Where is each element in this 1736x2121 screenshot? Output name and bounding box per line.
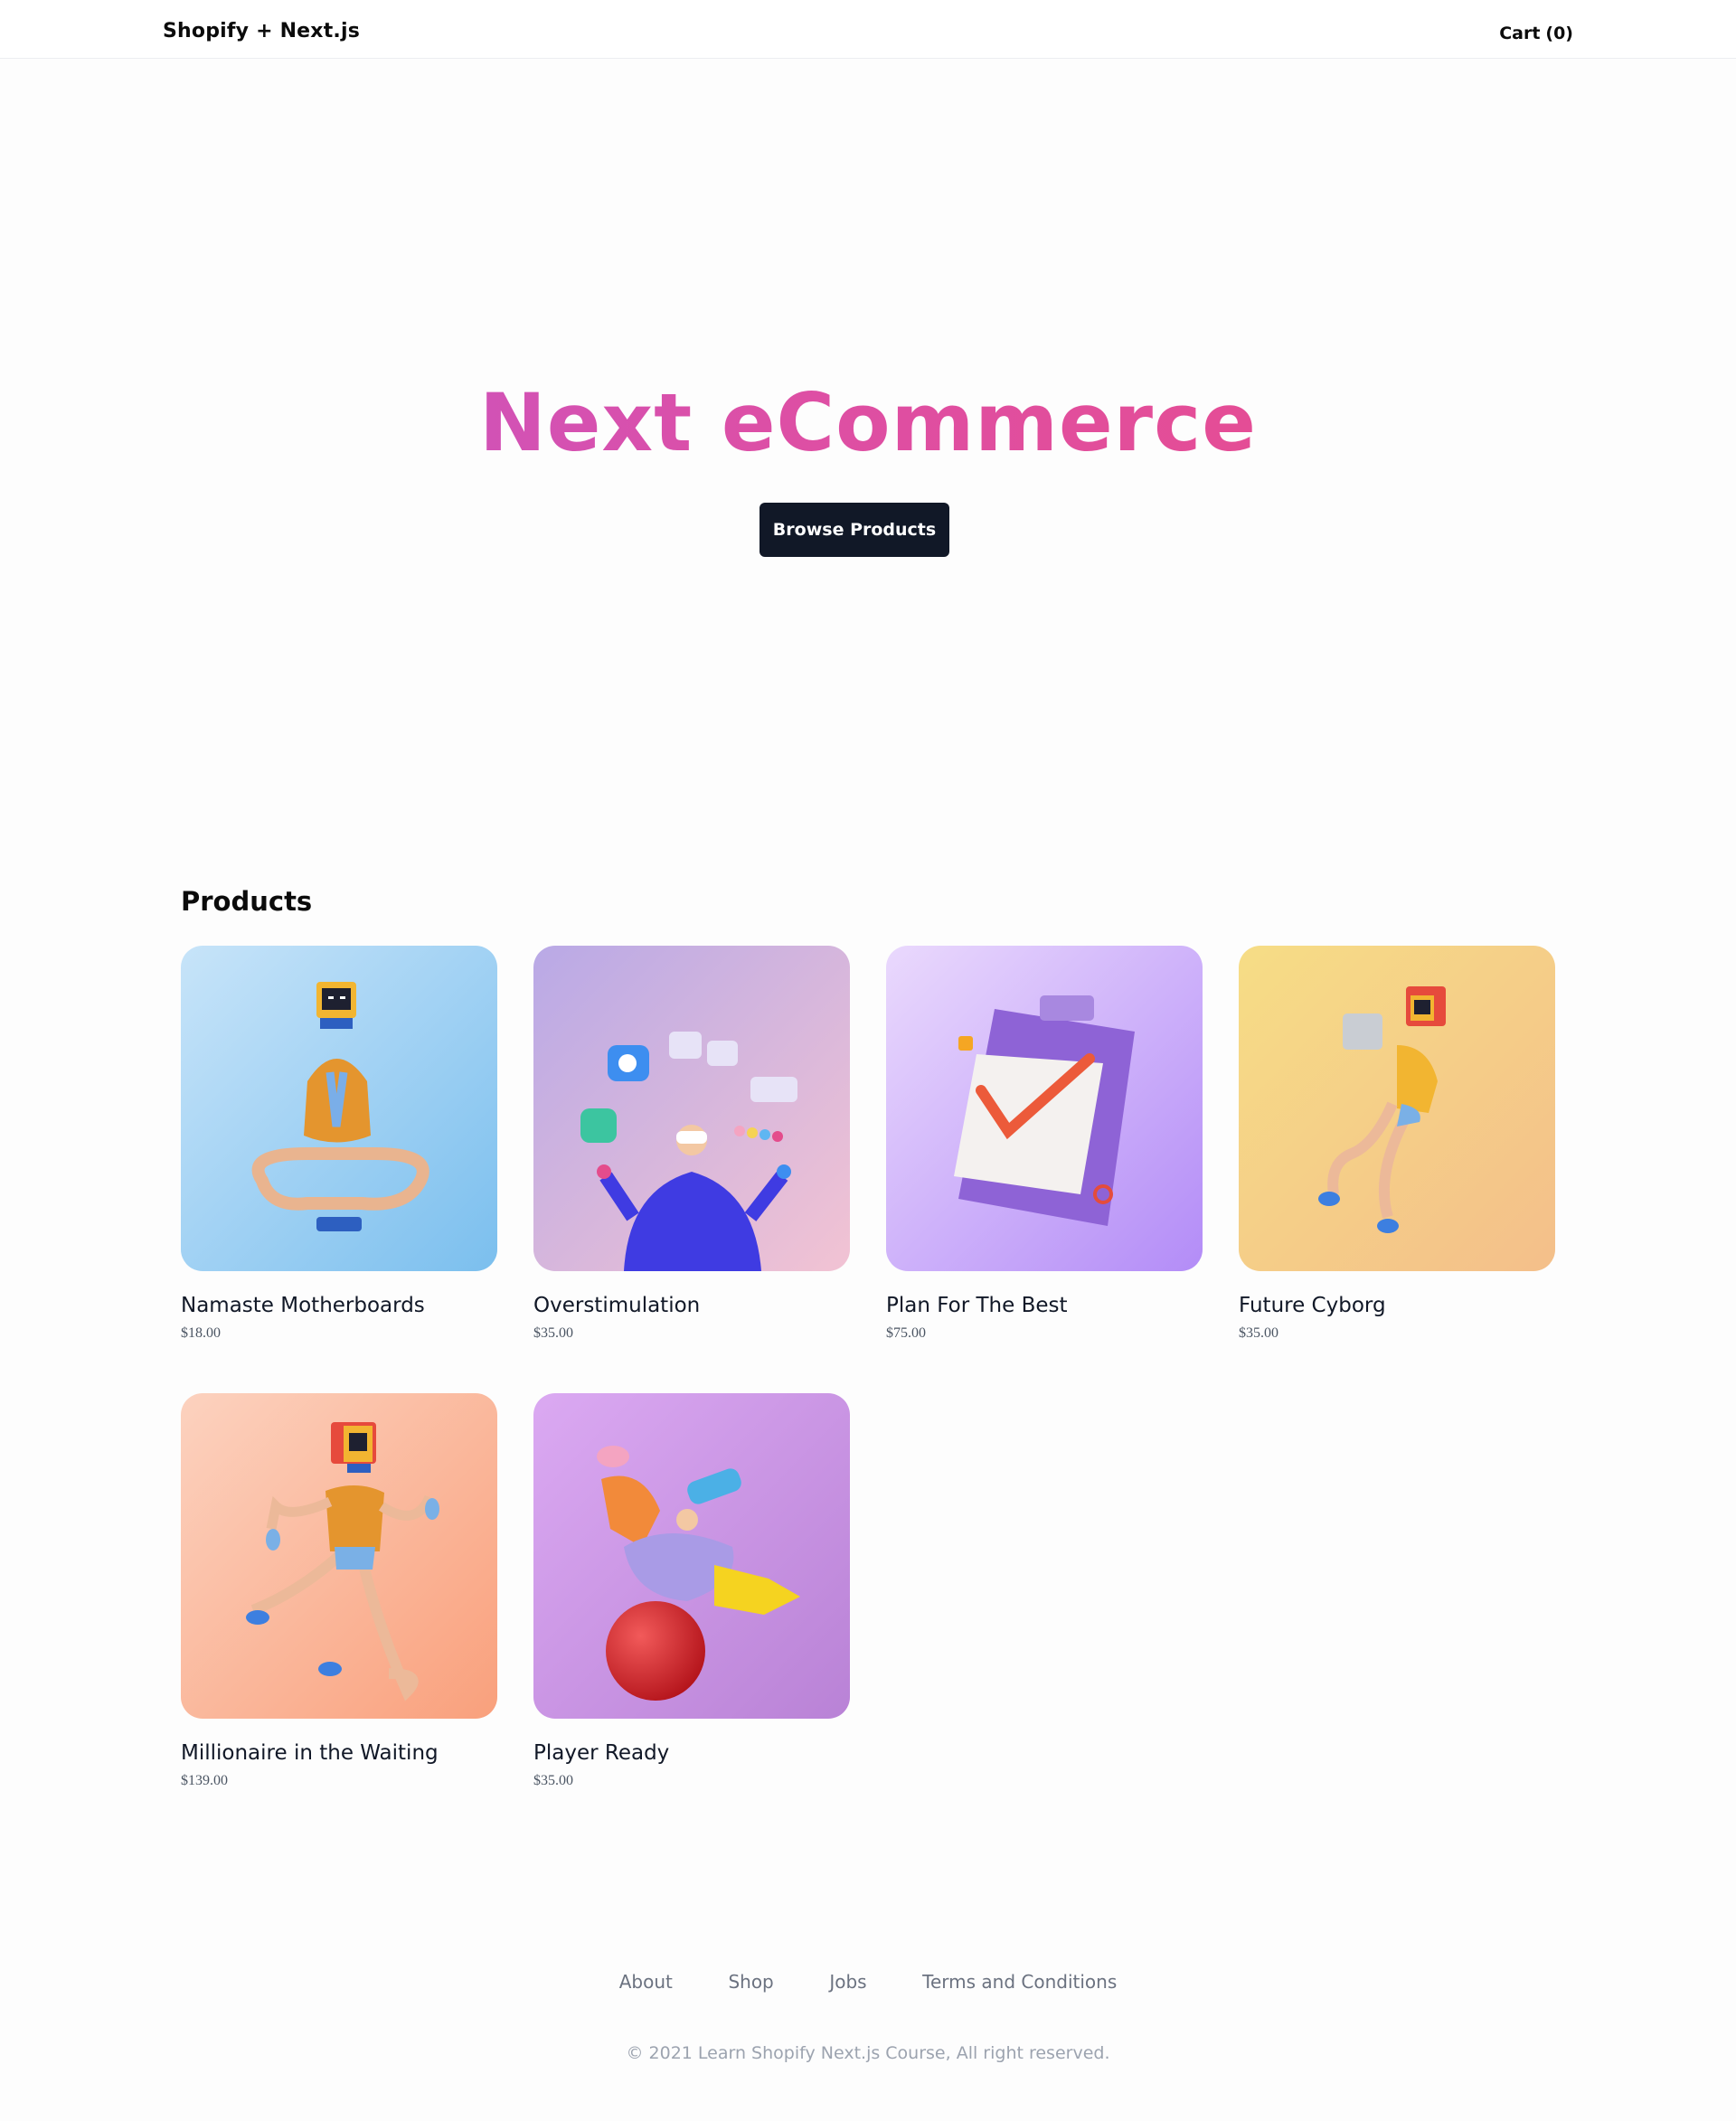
product-price: $18.00	[181, 1325, 221, 1341]
cart-label: Cart	[1499, 24, 1541, 43]
footer-nav: About Shop Jobs Terms and Conditions	[0, 1971, 1736, 1994]
product-card-namaste-motherboards[interactable]: Namaste Motherboards $18.00	[181, 946, 497, 1353]
product-name: Millionaire in the Waiting	[181, 1741, 439, 1765]
product-card-plan-for-the-best[interactable]: Plan For The Best $75.00	[886, 946, 1203, 1353]
product-name: Namaste Motherboards	[181, 1294, 425, 1317]
running-robot-illustration	[181, 1393, 497, 1719]
product-card-player-ready[interactable]: Player Ready $35.00	[533, 1393, 850, 1800]
product-price: $35.00	[533, 1773, 573, 1788]
clipboard-checkmark-illustration	[886, 946, 1203, 1271]
product-image[interactable]	[533, 946, 850, 1271]
hero-title: Next eCommerce	[0, 379, 1736, 467]
site-header: Shopify + Next.js Cart (0)	[0, 0, 1736, 59]
footer-link-shop[interactable]: Shop	[728, 1971, 773, 1993]
brand-logo-link[interactable]: Shopify + Next.js	[163, 20, 360, 42]
product-price: $75.00	[886, 1325, 926, 1341]
product-image[interactable]	[533, 1393, 850, 1719]
product-name: Future Cyborg	[1239, 1294, 1386, 1317]
product-price: $35.00	[533, 1325, 573, 1341]
product-price: $35.00	[1239, 1325, 1278, 1341]
product-card-future-cyborg[interactable]: Future Cyborg $35.00	[1239, 946, 1555, 1353]
product-card-overstimulation[interactable]: Overstimulation $35.00	[533, 946, 850, 1353]
footer-link-jobs[interactable]: Jobs	[829, 1971, 866, 1993]
products-heading: Products	[181, 886, 313, 917]
product-name: Player Ready	[533, 1741, 670, 1765]
product-image[interactable]	[181, 946, 497, 1271]
product-image[interactable]	[886, 946, 1203, 1271]
footer-link-about[interactable]: About	[619, 1971, 673, 1993]
product-price: $139.00	[181, 1773, 228, 1788]
product-card-millionaire-in-the-waiting[interactable]: Millionaire in the Waiting $139.00	[181, 1393, 497, 1800]
flying-cyborg-illustration	[1239, 946, 1555, 1271]
product-image[interactable]	[1239, 946, 1555, 1271]
browse-products-button[interactable]: Browse Products	[760, 503, 949, 557]
meditating-robot-illustration	[181, 946, 497, 1271]
gamer-on-ball-illustration	[533, 1393, 850, 1719]
copyright-text: © 2021 Learn Shopify Next.js Course, All…	[626, 2043, 1110, 2063]
cart-button[interactable]: Cart (0)	[1499, 24, 1573, 43]
product-name: Plan For The Best	[886, 1294, 1068, 1317]
product-image[interactable]	[181, 1393, 497, 1719]
cart-count: (0)	[1545, 24, 1573, 43]
footer-link-terms[interactable]: Terms and Conditions	[922, 1971, 1117, 1993]
vr-juggler-illustration	[533, 946, 850, 1271]
product-name: Overstimulation	[533, 1294, 701, 1317]
